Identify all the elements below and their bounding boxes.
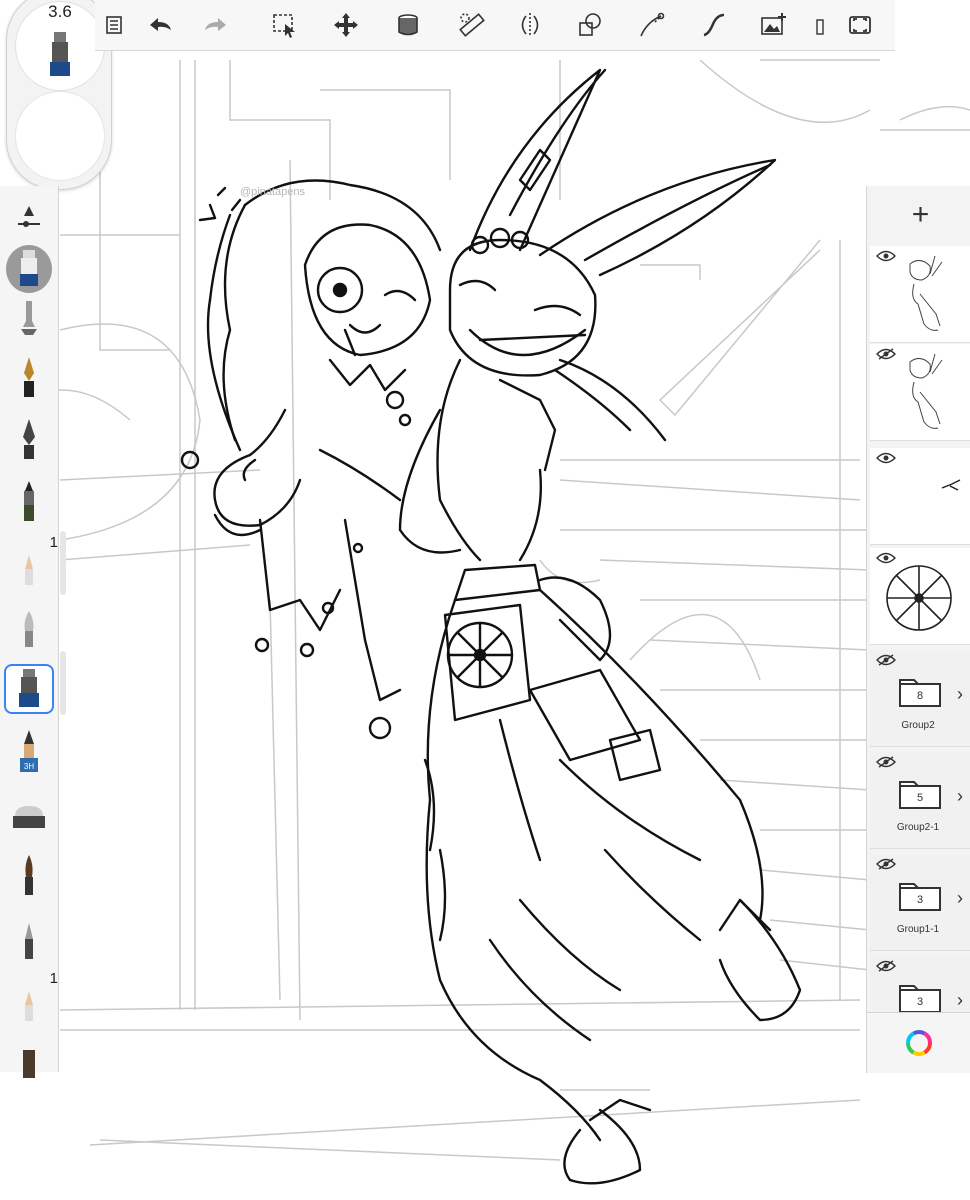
eye-hidden-icon[interactable] xyxy=(876,756,896,768)
svg-text:3H: 3H xyxy=(24,762,34,771)
eye-hidden-icon[interactable] xyxy=(876,960,896,972)
eye-hidden-icon[interactable] xyxy=(876,654,896,666)
layer-item[interactable] xyxy=(870,448,970,545)
chevron-right-icon[interactable]: › xyxy=(957,684,963,705)
image-import-icon[interactable] xyxy=(757,8,791,42)
layers-menu-icon[interactable] xyxy=(97,8,131,42)
top-toolbar xyxy=(95,0,895,51)
pencil-3h-icon[interactable]: 3H xyxy=(6,728,52,774)
layer-item[interactable] xyxy=(870,246,970,343)
layer-thumbnail xyxy=(886,565,952,631)
soft-brush-icon[interactable] xyxy=(6,604,52,650)
paintbrush-icon[interactable] xyxy=(6,852,52,898)
group-count: 5 xyxy=(916,792,924,804)
ink-pen-icon[interactable] xyxy=(6,416,52,462)
palette-handle[interactable] xyxy=(60,651,66,715)
curve-icon[interactable] xyxy=(635,8,669,42)
brush-size-value: 3.6 xyxy=(48,2,72,21)
layer-item[interactable] xyxy=(870,344,970,441)
marker-icon[interactable] xyxy=(6,478,52,524)
transform-icon[interactable] xyxy=(329,8,363,42)
color-picker-button[interactable] xyxy=(866,1012,970,1073)
group-count: 8 xyxy=(916,690,924,702)
add-layer-button[interactable]: + xyxy=(870,186,970,244)
smudge-icon[interactable] xyxy=(6,916,52,962)
group-name: Group2-1 xyxy=(896,822,940,833)
layer-item[interactable] xyxy=(870,548,970,645)
fullscreen-icon[interactable] xyxy=(843,8,877,42)
chevron-right-icon[interactable]: › xyxy=(957,888,963,909)
stroke-icon[interactable] xyxy=(697,8,731,42)
text-icon[interactable] xyxy=(811,8,827,42)
group-count: 3 xyxy=(916,894,924,906)
chevron-right-icon[interactable]: › xyxy=(957,786,963,807)
chisel-marker-icon[interactable] xyxy=(4,664,54,714)
eye-icon[interactable] xyxy=(876,452,896,464)
eraser-icon[interactable] xyxy=(6,794,52,840)
layer-group[interactable]: 3 › xyxy=(870,956,970,1013)
eye-hidden-icon[interactable] xyxy=(876,858,896,870)
ballpoint-pen-icon[interactable] xyxy=(6,354,52,400)
layer-group[interactable]: 5 › Group2-1 xyxy=(870,752,970,849)
ruler-icon[interactable] xyxy=(455,8,489,42)
layer-thumbnail xyxy=(941,479,961,491)
shapes-icon[interactable] xyxy=(573,8,607,42)
opacity-brush-icon[interactable] xyxy=(6,245,52,293)
undo-icon[interactable] xyxy=(143,8,177,42)
group-name: Group1-1 xyxy=(896,924,940,935)
flat-brush-icon[interactable] xyxy=(6,1038,52,1084)
symmetry-icon[interactable] xyxy=(513,8,547,42)
layer-thumbnail xyxy=(909,255,943,331)
color-wheel-icon[interactable] xyxy=(905,1029,933,1057)
drawing-canvas[interactable]: @pinatapens xyxy=(0,0,970,1200)
airbrush-icon[interactable] xyxy=(6,296,52,342)
group-count: 3 xyxy=(916,996,924,1008)
layer-group[interactable]: 3 › Group1-1 xyxy=(870,854,970,951)
brush-badge: 1 xyxy=(49,970,58,987)
watermark-text: @pinatapens xyxy=(240,186,305,198)
pencil-icon[interactable]: 1 xyxy=(6,534,58,588)
brush-palette: 1 3H 1 xyxy=(0,186,66,1078)
brush-opacity-control[interactable] xyxy=(15,91,105,181)
fill-icon[interactable] xyxy=(391,8,425,42)
brush-badge: 1 xyxy=(49,534,58,551)
redo-icon[interactable] xyxy=(199,8,233,42)
chevron-right-icon[interactable]: › xyxy=(957,990,963,1011)
pencil-icon[interactable]: 1 xyxy=(6,970,58,1024)
brush-size-slider-icon[interactable] xyxy=(6,194,52,240)
palette-handle[interactable] xyxy=(60,531,66,595)
current-brush-icon xyxy=(50,32,70,76)
group-name: Group2 xyxy=(901,720,935,731)
layer-group[interactable]: 8 › Group2 xyxy=(870,650,970,747)
layer-thumbnail xyxy=(909,353,943,429)
selection-icon[interactable] xyxy=(267,8,301,42)
brush-size-control[interactable]: 3.6 xyxy=(15,1,105,91)
layers-panel: + 8 › Group2 5 › Group2-1 3 › Group1-1 3… xyxy=(866,186,970,1072)
